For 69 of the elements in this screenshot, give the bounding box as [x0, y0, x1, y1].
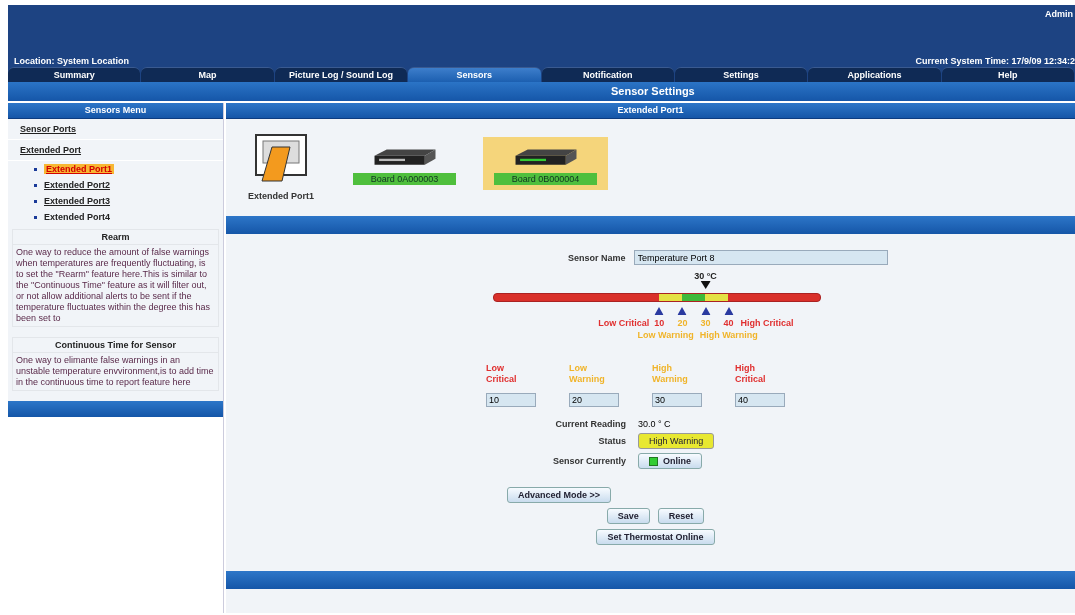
field-label: Sensor Name	[568, 252, 626, 263]
threshold-label: Low Warning	[569, 363, 606, 386]
page-title: Sensor Settings	[611, 85, 695, 97]
threshold-field[interactable]: 40	[735, 393, 785, 407]
threshold-field[interactable]: 20	[569, 393, 619, 407]
advanced-mode-button[interactable]: Advanced Mode >>	[507, 487, 612, 503]
marker-icon	[701, 307, 710, 315]
threshold-field[interactable]: 10	[486, 393, 536, 407]
nav-tab[interactable]: Help	[941, 67, 1074, 82]
pointer-icon	[700, 281, 711, 289]
set-online-button[interactable]: Set Thermostat Online	[596, 529, 715, 545]
bullet-icon	[34, 167, 37, 171]
nav-tab[interactable]: Applications	[808, 67, 941, 82]
marker-icon	[677, 307, 687, 315]
user-name: Admin	[1045, 9, 1074, 21]
status-badge: High Warning	[638, 433, 715, 449]
scale-caption: High Critical	[740, 318, 794, 328]
online-button[interactable]: Online	[638, 453, 702, 469]
marker-icon	[724, 307, 734, 315]
threshold-label: High Critical	[735, 363, 767, 386]
system-time: Current System Time: 17/9/09 12:34:2	[915, 56, 1075, 66]
threshold-label: Low Critical	[486, 363, 518, 386]
nav-tab[interactable]: Map	[141, 67, 274, 82]
location-label: Location: System Location	[14, 56, 129, 66]
scale-value: 40	[723, 318, 734, 328]
menu-link[interactable]: Extended Port	[20, 145, 81, 155]
device-label: Board 0B000004	[494, 173, 597, 185]
menu-link[interactable]: Extended Port4	[44, 212, 110, 222]
threshold-field[interactable]: 30	[652, 393, 702, 407]
online-icon	[649, 456, 658, 466]
help-title: Rearm	[13, 230, 218, 245]
menu-link[interactable]: Sensor Ports	[20, 124, 77, 134]
device-tile[interactable]: Board 0A000003	[342, 137, 467, 190]
help-text: One way to reduce the amount of false warnings when temperatures are frequently fluctuating, is to set the "Rearm" feature here.This is similar to the "Continuous Time" feature as it will filter out, or not allow additional alerts to be sent if the temperature fluctuates within the degree this has been set to	[15, 246, 212, 325]
device-label: Board 0A000003	[353, 173, 456, 185]
sensor-name-field[interactable]: Temperature Port 8	[633, 250, 888, 265]
device-tile[interactable]: Board 0B000004	[483, 137, 608, 190]
panel-title: Extended Port1	[226, 103, 1075, 119]
bullet-icon	[34, 215, 37, 219]
nav-tab[interactable]: Notification	[541, 67, 674, 82]
device-tile[interactable]: Extended Port1	[236, 119, 326, 206]
scale-value: 20	[677, 318, 688, 328]
bullet-icon	[34, 199, 37, 203]
sidebar-title: Sensors Menu	[8, 103, 223, 119]
nav-tab[interactable]: Sensors	[408, 67, 541, 82]
nav-tab[interactable]: Picture Log / Sound Log	[274, 67, 408, 82]
bullet-icon	[34, 183, 37, 187]
device-label: Extended Port1	[248, 191, 314, 201]
nav-tab[interactable]: Summary	[8, 67, 141, 82]
port-icon	[253, 133, 309, 183]
menu-link[interactable]: Extended Port2	[44, 180, 110, 190]
scale-value: 30	[700, 318, 711, 328]
scale-value: 10	[654, 318, 665, 328]
help-text: One way to elimante false warnings in an unstable temperature envvironment,is to add time in the continuous time to report feature here	[15, 354, 215, 389]
help-title: Continuous Time for Sensor	[13, 338, 218, 353]
field-label: Sensor Currently	[551, 456, 626, 466]
field-label: Current Reading	[554, 419, 626, 429]
scale-caption: Low Warning	[637, 330, 694, 340]
marker-icon	[654, 307, 664, 315]
scale-caption: High Warning	[699, 330, 758, 340]
menu-link[interactable]: Extended Port3	[44, 196, 110, 206]
reset-button[interactable]: Reset	[657, 508, 705, 524]
nav-tab[interactable]: Settings	[674, 67, 808, 82]
save-button[interactable]: Save	[606, 508, 650, 524]
threshold-label: High Warning	[652, 363, 689, 386]
field-label: Status	[597, 436, 626, 446]
pointer-label: 30 °C	[694, 271, 717, 281]
scale-caption: Low Critical	[598, 318, 650, 328]
reading-value: 30.0 ° C	[638, 419, 672, 429]
